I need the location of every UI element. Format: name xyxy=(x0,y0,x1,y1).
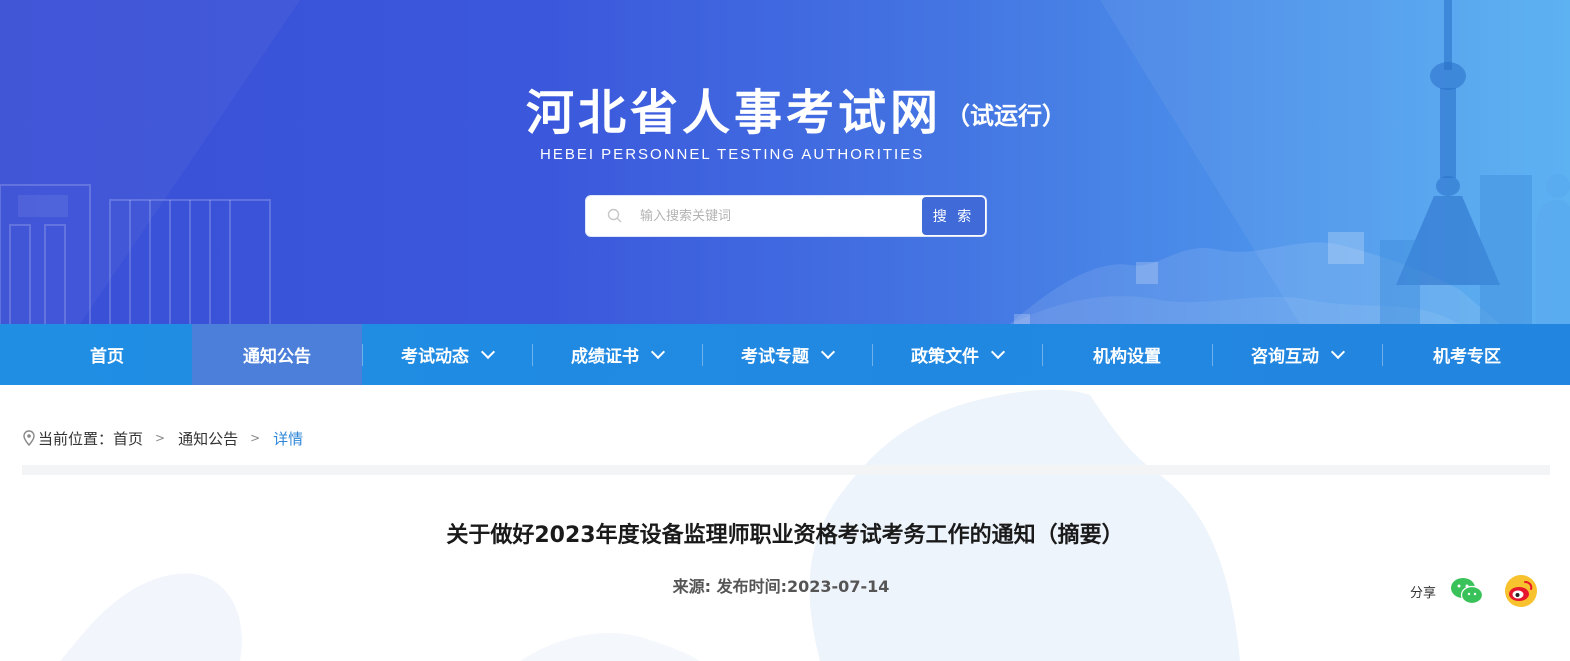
chevron-down-icon xyxy=(820,344,836,360)
nav-item-label: 首页 xyxy=(90,347,124,367)
article-meta: 来源: 发布时间:2023-07-14 xyxy=(672,577,890,596)
breadcrumb-notices-link[interactable]: 通知公告 xyxy=(178,428,238,449)
nav-separator xyxy=(532,344,533,366)
nav-item-home[interactable]: 首页 xyxy=(0,324,192,385)
breadcrumb-current: 详情 xyxy=(273,429,304,448)
nav-item-scores-certificates[interactable]: 成绩证书 xyxy=(532,324,702,385)
nav-item-label: 咨询互动 xyxy=(1251,347,1319,367)
breadcrumb: 当前位置： 首页 > 通知公告 > 详情 xyxy=(22,427,303,449)
nav-item-label: 考试动态 xyxy=(401,347,469,367)
chevron-down-icon xyxy=(990,344,1006,360)
nav-separator xyxy=(872,344,873,366)
breadcrumb-separator: > xyxy=(250,431,261,445)
article-content: 当前位置： 首页 > 通知公告 > 详情 关于做好2023年度设备监理师职业资格… xyxy=(0,385,1570,661)
nav-item-label: 机考专区 xyxy=(1433,347,1501,367)
chevron-down-icon xyxy=(480,344,496,360)
search-bar: 搜 索 xyxy=(585,195,987,237)
nav-item-label: 机构设置 xyxy=(1093,347,1161,367)
nav-item-label: 政策文件 xyxy=(911,347,979,367)
main-nav: 首页 通知公告 考试动态 成绩证书 考试专题 政策文件 机构设置 咨询互动 机考… xyxy=(0,324,1570,385)
nav-item-computer-exam[interactable]: 机考专区 xyxy=(1382,324,1552,385)
site-subtitle-en: HEBEI PERSONNEL TESTING AUTHORITIES xyxy=(540,146,925,163)
nav-item-exam-topics[interactable]: 考试专题 xyxy=(702,324,872,385)
section-divider xyxy=(22,465,1550,475)
chevron-down-icon xyxy=(650,344,666,360)
share-label: 分享 xyxy=(1410,585,1437,601)
nav-item-label: 通知公告 xyxy=(243,347,311,367)
nav-item-policy-documents[interactable]: 政策文件 xyxy=(872,324,1042,385)
weibo-icon[interactable] xyxy=(1504,574,1538,608)
site-title: 河北省人事考试网 xyxy=(526,85,943,141)
header-banner: 河北省人事考试网 （试运行） HEBEI PERSONNEL TESTING A… xyxy=(0,0,1570,324)
breadcrumb-separator: > xyxy=(155,431,166,445)
nav-item-notices[interactable]: 通知公告 xyxy=(192,324,362,385)
article-title: 关于做好2023年度设备监理师职业资格考试考务工作的通知（摘要） xyxy=(446,523,1124,548)
chevron-down-icon xyxy=(1330,344,1346,360)
nav-separator xyxy=(1212,344,1213,366)
nav-separator xyxy=(1382,344,1383,366)
nav-separator xyxy=(702,344,703,366)
search-input[interactable] xyxy=(640,196,920,236)
breadcrumb-prefix: 当前位置： xyxy=(38,429,114,448)
share-bar: 分享 xyxy=(1410,573,1538,609)
site-brand: 河北省人事考试网 （试运行） HEBEI PERSONNEL TESTING A… xyxy=(526,82,1066,172)
wechat-icon[interactable] xyxy=(1450,576,1484,606)
nav-item-label: 考试专题 xyxy=(741,347,809,367)
nav-separator xyxy=(362,344,363,366)
trial-tag: （试运行） xyxy=(946,102,1066,130)
nav-item-label: 成绩证书 xyxy=(571,347,639,367)
search-icon xyxy=(607,208,622,223)
location-pin-icon xyxy=(23,430,35,446)
nav-item-exam-news[interactable]: 考试动态 xyxy=(362,324,532,385)
nav-item-organization[interactable]: 机构设置 xyxy=(1042,324,1212,385)
breadcrumb-home-link[interactable]: 首页 xyxy=(113,428,143,449)
nav-separator xyxy=(1042,344,1043,366)
nav-item-consultation[interactable]: 咨询互动 xyxy=(1212,324,1382,385)
search-button[interactable]: 搜 索 xyxy=(922,197,985,235)
